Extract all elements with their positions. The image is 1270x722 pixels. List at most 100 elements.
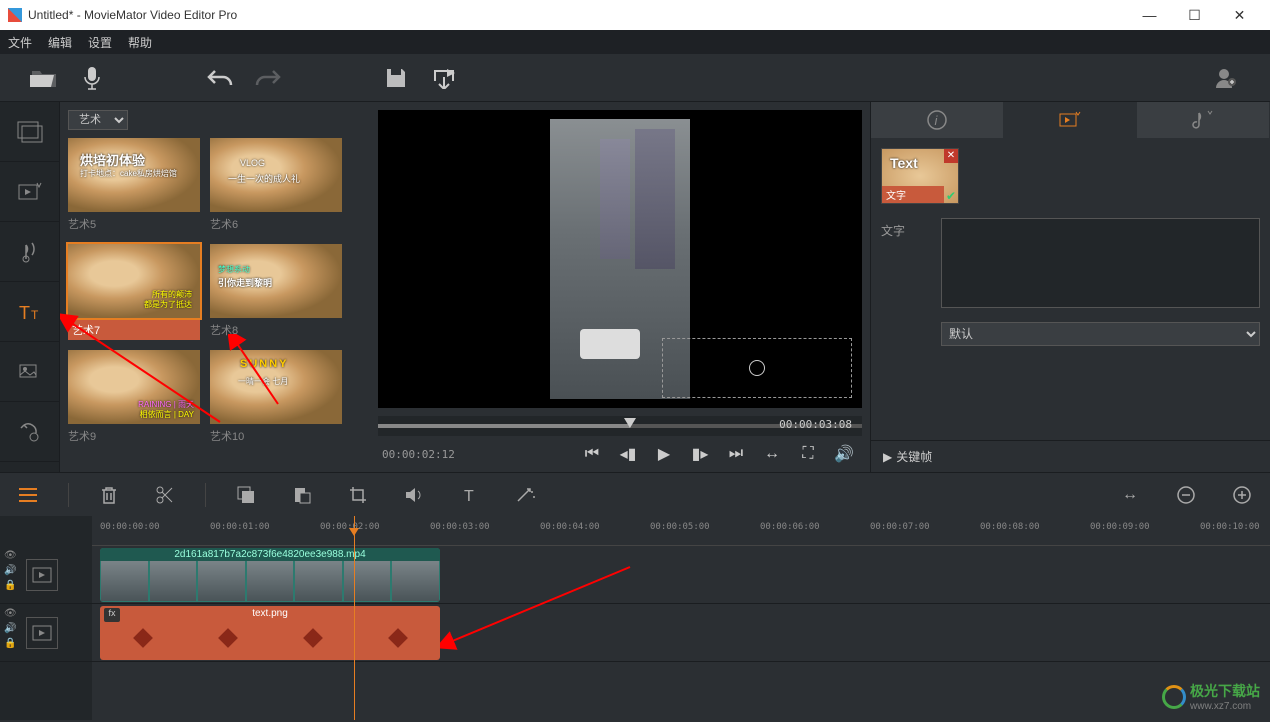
asset-label: 艺术7	[68, 320, 200, 340]
preview-text-overlay[interactable]	[662, 338, 852, 398]
track-lock-icon[interactable]: 🔒	[4, 638, 17, 649]
loading-spinner-icon	[749, 360, 765, 376]
svg-text:T: T	[464, 488, 474, 504]
text-content-input[interactable]	[941, 218, 1260, 308]
preview-scrubber[interactable]: 00:00:03:08	[378, 416, 862, 436]
menu-file[interactable]: 文件	[8, 34, 32, 51]
watermark: 极光下载站www.xz7.com	[1162, 681, 1260, 712]
fx-badge: fx	[104, 608, 120, 622]
preview-controls: 00:00:02:12 ⏮ ◂▮ ▶ ▮▸ ⏭ ↔ ⛶ 🔊	[370, 436, 870, 472]
properties-tab-audio-fx[interactable]	[1137, 102, 1270, 138]
effect-applied-icon: ✔	[944, 189, 958, 203]
timeline-menu-button[interactable]	[12, 479, 44, 511]
close-button[interactable]: ✕	[1217, 0, 1262, 30]
play-button[interactable]: ▶	[650, 440, 678, 468]
maximize-button[interactable]: ☐	[1172, 0, 1217, 30]
split-button[interactable]	[149, 479, 181, 511]
timeline-ruler[interactable]: 00:00:00:00 00:00:01:00 00:00:02:00 00:0…	[92, 516, 1270, 546]
track-mute-icon[interactable]: 🔊	[4, 565, 17, 576]
fullscreen-button[interactable]: ⛶	[794, 440, 822, 468]
account-button[interactable]	[1202, 58, 1250, 98]
keyframe-bar: ▶ 关键帧	[870, 440, 1270, 472]
properties-tab-info[interactable]: i	[871, 102, 1004, 138]
window-title: Untitled* - MovieMator Video Editor Pro	[28, 8, 237, 22]
video-clip[interactable]: 2d161a817b7a2c873f6e4820ee3e988.mp4	[100, 548, 440, 602]
tab-audio-filters[interactable]	[0, 222, 59, 282]
video-track-icon	[26, 559, 58, 591]
track-mute-icon[interactable]: 🔊	[4, 623, 17, 634]
app-logo-icon	[8, 8, 22, 22]
font-select[interactable]: 默认	[941, 322, 1260, 346]
timecode-total: 00:00:03:08	[779, 418, 852, 431]
remove-effect-icon[interactable]: ✕	[944, 149, 958, 163]
svg-text:T: T	[31, 308, 39, 322]
effects-button[interactable]	[510, 479, 542, 511]
paste-button[interactable]	[286, 479, 318, 511]
volume-button[interactable]: 🔊	[830, 440, 858, 468]
svg-text:T: T	[19, 303, 30, 323]
timeline-toolbar: T ↔	[0, 472, 1270, 516]
zoom-out-button[interactable]	[1170, 479, 1202, 511]
minimize-button[interactable]: —	[1127, 0, 1172, 30]
left-sidebar: TT	[0, 102, 60, 472]
menubar: 文件 编辑 设置 帮助	[0, 30, 1270, 54]
properties-tab-video-fx[interactable]	[1004, 102, 1137, 138]
keyframe-button[interactable]: ▶ 关键帧	[883, 448, 932, 465]
redo-button[interactable]	[244, 58, 292, 98]
track-lock-icon[interactable]: 🔒	[4, 580, 17, 591]
audio-button[interactable]	[398, 479, 430, 511]
track-visibility-icon[interactable]: 👁	[4, 608, 17, 619]
applied-effect-thumb[interactable]: Text ✕ ✔ 文字	[881, 148, 959, 204]
text-clip[interactable]: fx text.png	[100, 606, 440, 660]
text-track-header[interactable]: 👁 🔊 🔒	[0, 604, 92, 662]
asset-item[interactable]: 烘培初体验打卡地点：cake私房烘焙馆 艺术5	[68, 138, 200, 234]
prev-frame-button[interactable]: ◂▮	[614, 440, 642, 468]
asset-item[interactable]: 梦想系动引你走到黎明 艺术8	[210, 244, 342, 340]
tab-stickers[interactable]	[0, 342, 59, 402]
asset-item-selected[interactable]: 所有的颠沛都是为了抵达 艺术7	[68, 244, 200, 340]
video-track-header[interactable]: 👁 🔊 🔒	[0, 546, 92, 604]
zoom-in-button[interactable]	[1226, 479, 1258, 511]
copy-button[interactable]	[230, 479, 262, 511]
playhead[interactable]	[354, 516, 355, 720]
zoom-fit-button[interactable]: ↔	[1114, 479, 1146, 511]
crop-button[interactable]	[342, 479, 374, 511]
properties-panel: i Text ✕ ✔ 文字 文字 默认	[870, 102, 1270, 472]
asset-item[interactable]: RAINING | 雨天相依而言 | DAY 艺术9	[68, 350, 200, 446]
export-button[interactable]	[420, 58, 468, 98]
next-frame-button[interactable]: ▮▸	[686, 440, 714, 468]
timeline: 👁 🔊 🔒 👁 🔊 🔒 00:00:00:00 00:00:01:00 00:00:02…	[0, 516, 1270, 720]
asset-label: 艺术8	[210, 320, 342, 340]
fit-button[interactable]: ↔	[758, 440, 786, 468]
asset-label: 艺术10	[210, 426, 342, 446]
tab-transitions[interactable]	[0, 402, 59, 462]
save-button[interactable]	[372, 58, 420, 98]
track-visibility-icon[interactable]: 👁	[4, 550, 17, 561]
asset-label: 艺术6	[210, 214, 342, 234]
menu-settings[interactable]: 设置	[88, 34, 112, 51]
menu-edit[interactable]: 编辑	[48, 34, 72, 51]
asset-item[interactable]: SUNNY一晴一会 七月 艺术10	[210, 350, 342, 446]
goto-start-button[interactable]: ⏮	[578, 440, 606, 468]
add-text-button[interactable]: T	[454, 479, 486, 511]
svg-text:i: i	[935, 113, 939, 128]
titlebar: Untitled* - MovieMator Video Editor Pro …	[0, 0, 1270, 30]
tab-text[interactable]: TT	[0, 282, 59, 342]
timecode-current: 00:00:02:12	[382, 448, 455, 461]
preview-canvas[interactable]	[378, 110, 862, 408]
asset-label: 艺术9	[68, 426, 200, 446]
menu-help[interactable]: 帮助	[128, 34, 152, 51]
goto-end-button[interactable]: ⏭	[722, 440, 750, 468]
undo-button[interactable]	[196, 58, 244, 98]
open-folder-button[interactable]	[20, 58, 68, 98]
text-track-icon	[26, 617, 58, 649]
tab-media[interactable]	[0, 102, 59, 162]
asset-category-dropdown[interactable]: 艺术	[68, 110, 128, 130]
tab-video-filters[interactable]	[0, 162, 59, 222]
prop-label-font	[881, 322, 941, 326]
record-audio-button[interactable]	[68, 58, 116, 98]
asset-label: 艺术5	[68, 214, 200, 234]
delete-button[interactable]	[93, 479, 125, 511]
asset-item[interactable]: VLOG一生一次的成人礼 艺术6	[210, 138, 342, 234]
top-toolbar	[0, 54, 1270, 102]
